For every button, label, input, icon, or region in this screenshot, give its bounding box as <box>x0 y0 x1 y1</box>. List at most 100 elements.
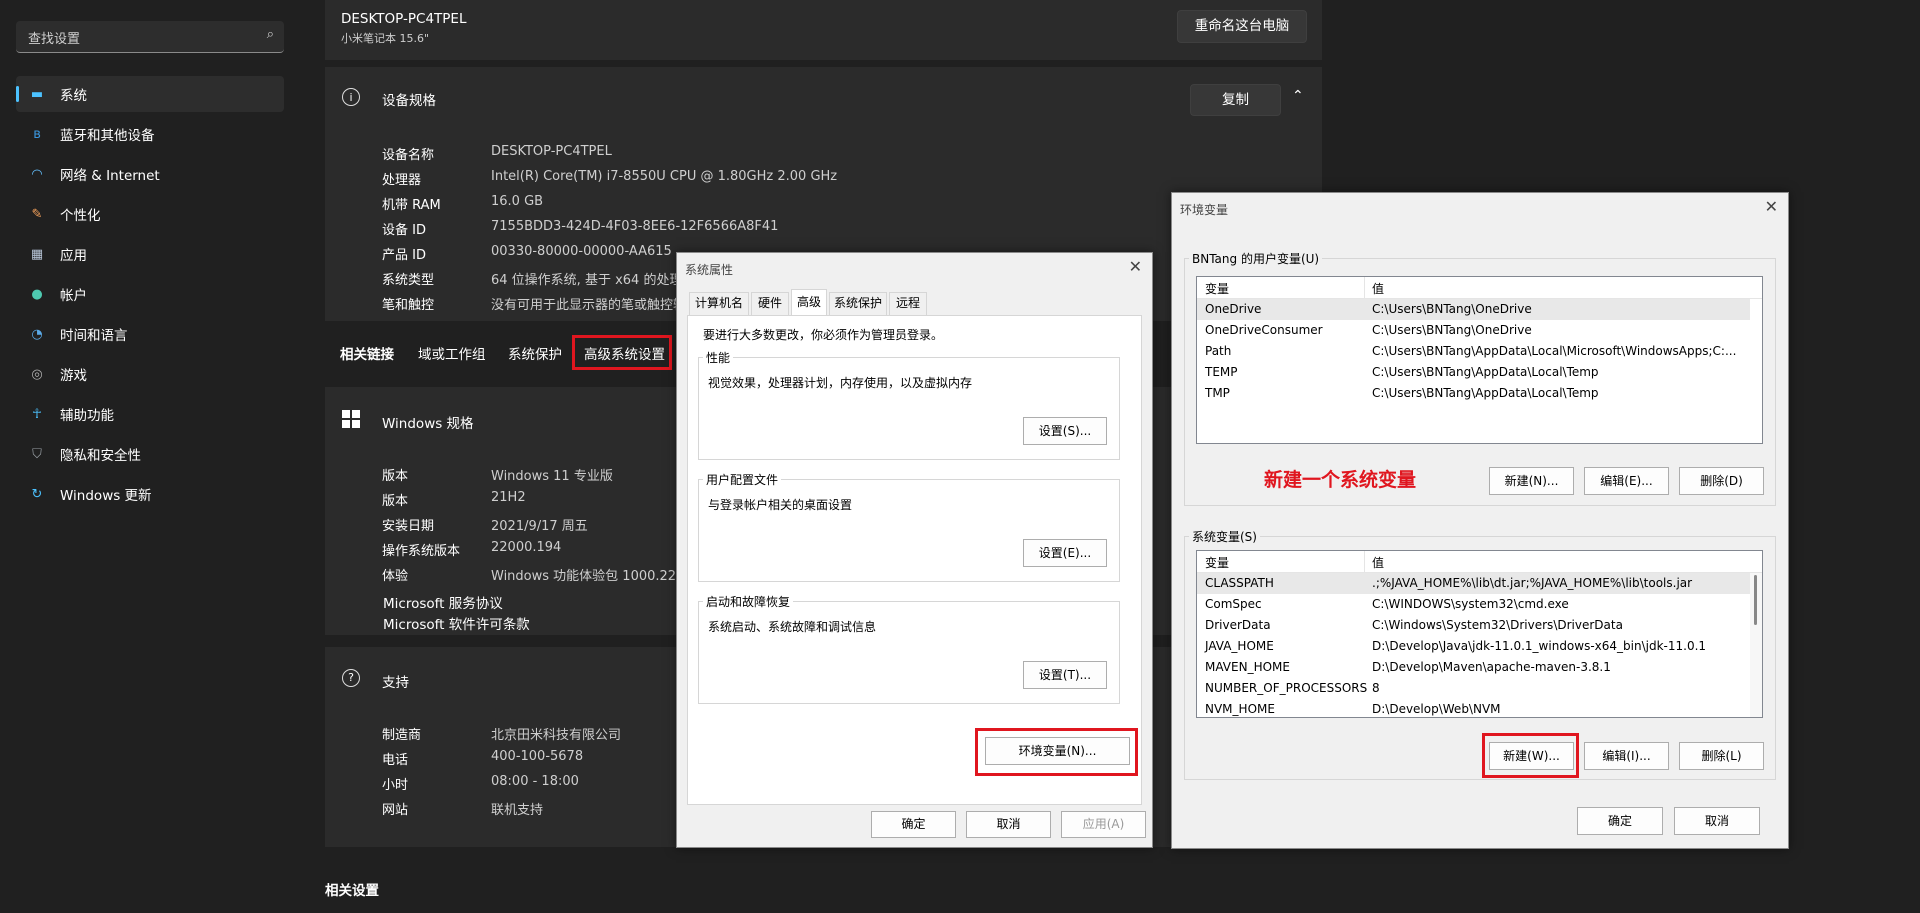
group-desc: 系统启动、系统故障和调试信息 <box>708 620 877 634</box>
sidebar-item-2[interactable]: ◠ 网络 & Internet <box>28 156 278 192</box>
table-row[interactable]: OneDrive C:\Users\BNTang\OneDrive <box>1197 299 1750 320</box>
ok-button[interactable]: 确定 <box>1577 807 1663 835</box>
sidebar-item-label: 系统 <box>60 88 87 104</box>
var-value: C:\Windows\System32\Drivers\DriverData <box>1372 618 1623 632</box>
person-icon: ● <box>31 286 43 302</box>
table-row[interactable]: NUMBER_OF_PROCESSORS 8 <box>1197 678 1750 699</box>
table-row[interactable]: Path C:\Users\BNTang\AppData\Local\Micro… <box>1197 341 1750 362</box>
table-row[interactable]: TMP C:\Users\BNTang\AppData\Local\Temp <box>1197 383 1750 404</box>
sidebar-item-4[interactable]: ▦ 应用 <box>28 236 278 272</box>
var-value: .;%JAVA_HOME%\lib\dt.jar;%JAVA_HOME%\lib… <box>1372 576 1693 590</box>
tab-4[interactable]: 远程 <box>889 292 927 315</box>
sidebar-item-7[interactable]: ◎ 游戏 <box>28 356 278 392</box>
tab-label: 系统保护 <box>833 296 882 310</box>
spec-label: 体验 <box>382 569 409 584</box>
spec-value: 16.0 GB <box>491 194 544 209</box>
cancel-button[interactable]: 取消 <box>966 811 1051 838</box>
spec-label: 系统类型 <box>382 273 435 288</box>
environment-variables-button[interactable]: 环境变量(N)... <box>985 737 1130 765</box>
table-row[interactable]: ComSpec C:\WINDOWS\system32\cmd.exe <box>1197 594 1750 615</box>
nav-selection-indicator <box>16 86 19 102</box>
info-icon: i <box>342 88 360 106</box>
edit-system-var-button[interactable]: 编辑(I)... <box>1584 742 1669 770</box>
table-row[interactable]: NVM_HOME D:\Develop\Web\NVM <box>1197 699 1750 717</box>
apply-button[interactable]: 应用(A) <box>1061 811 1146 838</box>
new-user-var-button[interactable]: 新建(N)... <box>1489 467 1574 495</box>
search-box[interactable]: 查找设置 ⌕ <box>16 21 284 53</box>
spec-label: 小时 <box>382 778 409 793</box>
support-title: 支持 <box>382 675 409 691</box>
column-variable[interactable]: 变量 <box>1205 554 1229 571</box>
spec-value: 64 位操作系统, 基于 x64 的处理器 <box>491 273 696 288</box>
sidebar-item-8[interactable]: ☥ 辅助功能 <box>28 396 278 432</box>
table-row[interactable]: CLASSPATH .;%JAVA_HOME%\lib\dt.jar;%JAVA… <box>1197 573 1750 594</box>
sidebar-item-0[interactable]: ▬ 系统 <box>28 76 278 112</box>
scrollbar-thumb[interactable] <box>1754 575 1757 625</box>
table-row[interactable]: MAVEN_HOME D:\Develop\Maven\apache-maven… <box>1197 657 1750 678</box>
spec-label: 制造商 <box>382 728 422 743</box>
highlight-advanced-settings <box>572 335 672 370</box>
var-name: DriverData <box>1205 618 1271 632</box>
delete-user-var-button[interactable]: 删除(D) <box>1679 467 1764 495</box>
copy-button[interactable]: 复制 <box>1190 84 1281 116</box>
ok-button[interactable]: 确定 <box>871 811 956 838</box>
sidebar-item-1[interactable]: ʙ 蓝牙和其他设备 <box>28 116 278 152</box>
sidebar-item-5[interactable]: ● 帐户 <box>28 276 278 312</box>
column-value[interactable]: 值 <box>1372 554 1384 571</box>
system-variables-list[interactable]: 变量 值 CLASSPATH .;%JAVA_HOME%\lib\dt.jar;… <box>1196 550 1763 718</box>
tab-2[interactable]: 高级 <box>791 289 827 316</box>
link-ms-license-terms[interactable]: Microsoft 软件许可条款 <box>383 613 530 633</box>
table-row[interactable]: OneDriveConsumer C:\Users\BNTang\OneDriv… <box>1197 320 1750 341</box>
column-variable[interactable]: 变量 <box>1205 280 1229 297</box>
user-variables-list[interactable]: 变量 值 OneDrive C:\Users\BNTang\OneDrive O… <box>1196 276 1763 444</box>
link-domain-workgroup[interactable]: 域或工作组 <box>418 343 486 363</box>
spec-label: 设备名称 <box>382 148 435 163</box>
chevron-up-icon[interactable]: ⌃ <box>1292 88 1304 104</box>
scrollbar[interactable] <box>1750 573 1762 717</box>
group-title: 性能 <box>703 349 734 366</box>
group-desc: 与登录帐户相关的桌面设置 <box>708 498 853 512</box>
rename-pc-button[interactable]: 重命名这台电脑 <box>1177 10 1307 43</box>
settings-button[interactable]: 设置(T)... <box>1023 661 1107 689</box>
column-divider <box>1364 277 1365 298</box>
delete-system-var-button[interactable]: 删除(L) <box>1679 742 1764 770</box>
tab-3[interactable]: 系统保护 <box>829 292 887 315</box>
var-value: D:\Develop\Maven\apache-maven-3.8.1 <box>1372 660 1611 674</box>
cancel-button[interactable]: 取消 <box>1674 807 1760 835</box>
close-icon[interactable]: ✕ <box>1129 257 1142 276</box>
sidebar-item-9[interactable]: ⛉ 隐私和安全性 <box>28 436 278 472</box>
table-row[interactable]: DriverData C:\Windows\System32\Drivers\D… <box>1197 615 1750 636</box>
spec-value: 00330-80000-00000-AA615 <box>491 244 672 259</box>
table-row[interactable]: JAVA_HOME D:\Develop\Java\jdk-11.0.1_win… <box>1197 636 1750 657</box>
link-system-protection[interactable]: 系统保护 <box>508 343 562 363</box>
close-icon[interactable]: ✕ <box>1765 197 1778 216</box>
var-name: NUMBER_OF_PROCESSORS <box>1205 681 1368 695</box>
sidebar-item-3[interactable]: ✎ 个性化 <box>28 196 278 232</box>
var-value: C:\Users\BNTang\AppData\Local\Temp <box>1372 365 1599 379</box>
new-system-var-button[interactable]: 新建(W)... <box>1489 742 1574 770</box>
sidebar-item-10[interactable]: ↻ Windows 更新 <box>28 476 278 512</box>
accessibility-icon: ☥ <box>32 406 42 422</box>
settings-button[interactable]: 设置(E)... <box>1023 539 1107 567</box>
pc-model: 小米笔记本 15.6" <box>341 32 430 45</box>
spec-label: 产品 ID <box>382 248 426 263</box>
sidebar-item-label: 隐私和安全性 <box>60 448 141 464</box>
spec-value: 400-100-5678 <box>491 749 584 764</box>
sidebar-item-label: 辅助功能 <box>60 408 114 424</box>
tab-0[interactable]: 计算机名 <box>689 292 749 315</box>
search-input[interactable]: 查找设置 <box>28 28 80 47</box>
search-icon: ⌕ <box>266 27 274 42</box>
list-header: 变量 值 <box>1197 551 1762 573</box>
user-variables-label: BNTang 的用户变量(U) <box>1189 250 1323 267</box>
var-name: NVM_HOME <box>1205 702 1275 716</box>
edit-user-var-button[interactable]: 编辑(E)... <box>1584 467 1669 495</box>
sidebar-item-6[interactable]: ◔ 时间和语言 <box>28 316 278 352</box>
tab-1[interactable]: 硬件 <box>751 292 789 315</box>
settings-button[interactable]: 设置(S)... <box>1023 417 1107 445</box>
var-value: C:\Users\BNTang\AppData\Local\Temp <box>1372 386 1599 400</box>
var-value: 8 <box>1372 681 1380 695</box>
table-row[interactable]: TEMP C:\Users\BNTang\AppData\Local\Temp <box>1197 362 1750 383</box>
link-ms-services-agreement[interactable]: Microsoft 服务协议 <box>383 592 503 612</box>
spec-label: 机带 RAM <box>382 198 441 213</box>
column-value[interactable]: 值 <box>1372 280 1384 297</box>
